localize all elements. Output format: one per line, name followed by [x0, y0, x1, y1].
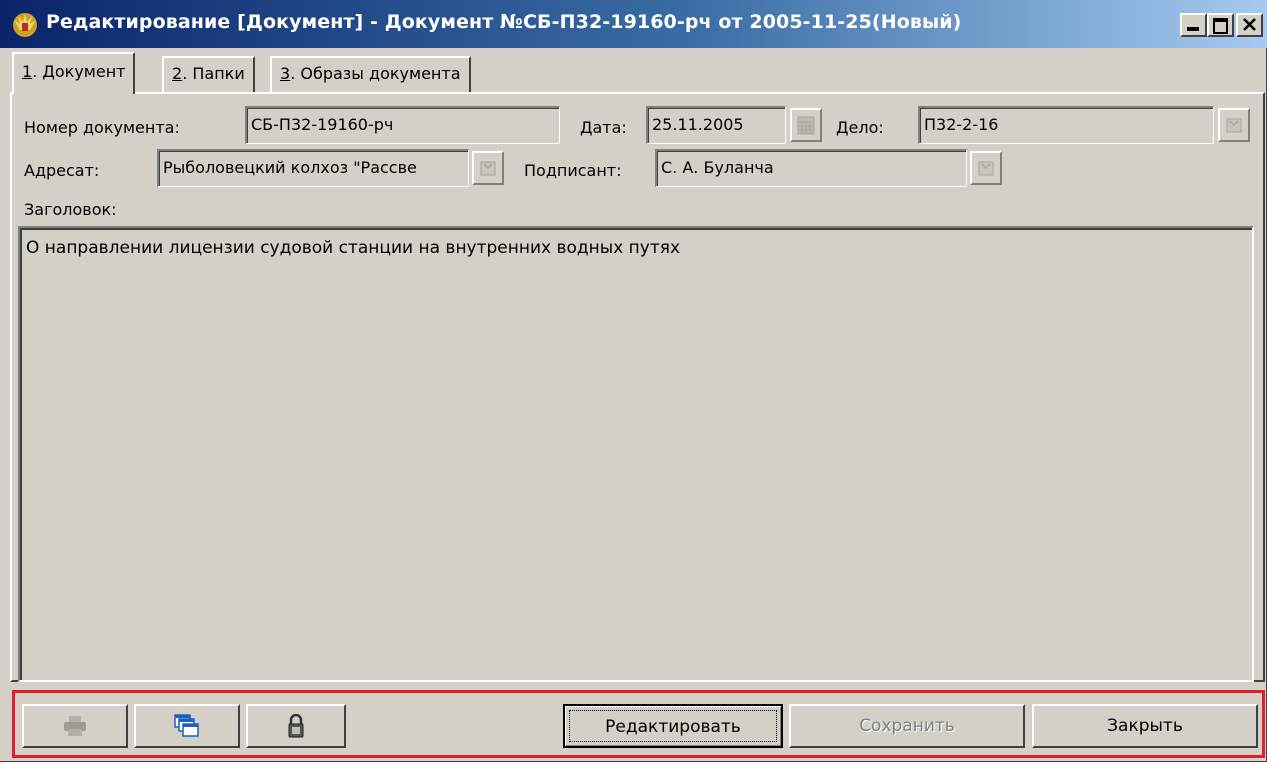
- doc-number-label: Номер документа:: [24, 118, 180, 137]
- tab-folders-key: 2: [172, 64, 183, 83]
- case-pick-button[interactable]: [1218, 108, 1250, 142]
- addressee-field[interactable]: Рыболовецкий колхоз "Рассве: [157, 149, 469, 187]
- calendar-button[interactable]: [790, 108, 822, 142]
- document-edit-window: Редактирование [Документ] - Документ №СБ…: [0, 0, 1267, 762]
- windows-icon: [174, 714, 199, 737]
- addressee-label: Адресат:: [24, 161, 100, 180]
- lock-button[interactable]: [246, 704, 346, 748]
- tab-document-label: . Документ: [32, 62, 126, 81]
- eagle-emblem-icon: [13, 13, 37, 37]
- lock-icon: [288, 714, 304, 738]
- tab-images[interactable]: 3. Образы документа: [270, 56, 471, 92]
- addressee-pick-button[interactable]: [472, 151, 504, 185]
- date-field[interactable]: 25.11.2005: [646, 106, 786, 144]
- signer-field[interactable]: С. А. Буланча: [655, 149, 967, 187]
- tab-images-key: 3: [280, 64, 291, 83]
- edit-button[interactable]: Редактировать: [563, 704, 783, 748]
- tab-document[interactable]: 1. Документ: [12, 52, 136, 94]
- printer-icon: [64, 716, 86, 736]
- close-button[interactable]: Закрыть: [1032, 704, 1258, 748]
- close-window-button[interactable]: [1236, 13, 1263, 37]
- print-button[interactable]: [22, 704, 128, 748]
- maximize-button[interactable]: [1207, 13, 1234, 37]
- heading-textarea[interactable]: О направлении лицензии судовой станции н…: [18, 226, 1254, 682]
- signer-label: Подписант:: [524, 161, 622, 180]
- tab-folders[interactable]: 2. Папки: [162, 56, 255, 92]
- title-bar[interactable]: Редактирование [Документ] - Документ №СБ…: [0, 0, 1267, 48]
- window-title: Редактирование [Документ] - Документ №СБ…: [46, 11, 962, 33]
- tab-images-label: . Образы документа: [290, 64, 461, 83]
- case-field[interactable]: П32-2-16: [918, 106, 1214, 144]
- select-list-icon: [1226, 118, 1242, 133]
- calendar-icon: [797, 116, 815, 135]
- signer-pick-button[interactable]: [970, 151, 1002, 185]
- edit-button-label: Редактировать: [569, 710, 777, 742]
- close-icon: [1243, 18, 1256, 31]
- tab-folders-label: . Папки: [182, 64, 245, 83]
- select-list-icon: [978, 161, 994, 176]
- windows-button[interactable]: [134, 704, 240, 748]
- heading-label: Заголовок:: [24, 200, 117, 219]
- select-list-icon: [480, 161, 496, 176]
- case-label: Дело:: [836, 118, 884, 137]
- save-button[interactable]: Сохранить: [789, 704, 1025, 748]
- date-label: Дата:: [580, 118, 627, 137]
- minimize-button[interactable]: [1180, 13, 1207, 37]
- doc-number-field[interactable]: СБ-П32-19160-рч: [245, 106, 560, 144]
- tab-document-key: 1: [22, 62, 33, 81]
